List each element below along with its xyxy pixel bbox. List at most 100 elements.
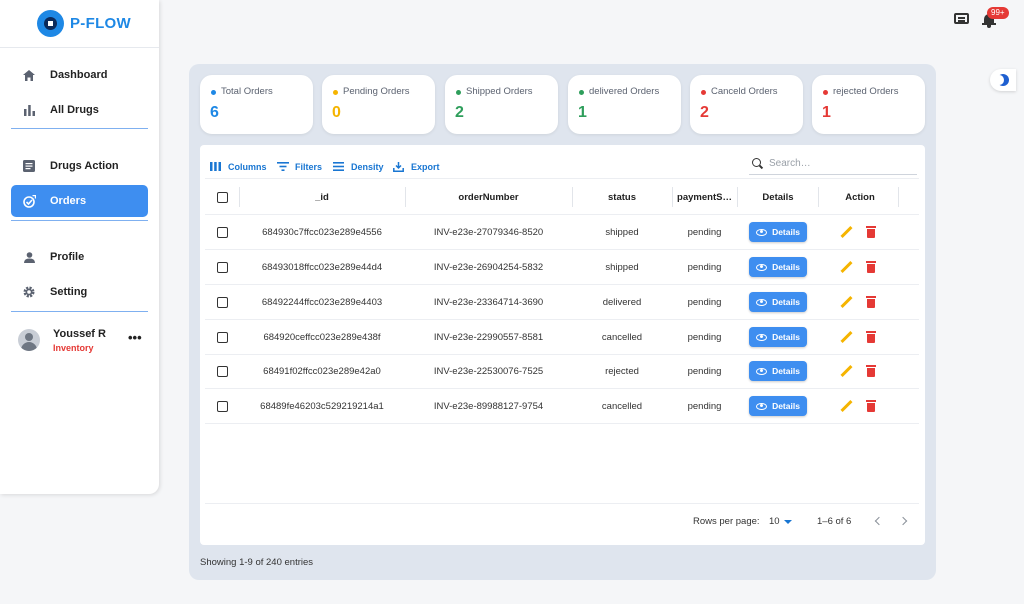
sidebar-divider <box>11 311 148 312</box>
entries-summary: Showing 1-9 of 240 entries <box>200 557 314 568</box>
row-checkbox[interactable] <box>216 365 228 377</box>
status-dot <box>333 90 338 95</box>
delete-icon[interactable] <box>866 226 876 238</box>
rows-per-page-select[interactable]: 10 <box>769 516 780 527</box>
brand-name: P-FLOW <box>70 15 131 32</box>
sidebar-item-setting[interactable]: Setting <box>11 276 148 308</box>
status-dot <box>211 90 216 95</box>
columns-button[interactable]: Columns <box>210 160 267 174</box>
column-separator[interactable] <box>898 187 899 207</box>
edit-icon[interactable] <box>840 365 852 377</box>
sidebar-item-label: Orders <box>50 195 87 207</box>
payment-status: pending <box>687 331 722 343</box>
details-button[interactable]: Details <box>749 361 807 381</box>
order-status: cancelled <box>601 331 643 343</box>
order-id: 684920ceffcc023e289e438f <box>263 331 381 343</box>
delete-icon[interactable] <box>866 296 876 308</box>
avatar[interactable] <box>18 329 40 351</box>
sidebar-item-label: All Drugs <box>50 104 99 116</box>
table-row[interactable]: 684920ceffcc023e289e438f INV-e23e-229905… <box>205 320 919 355</box>
sidebar-item-label: Profile <box>50 251 85 263</box>
edit-icon[interactable] <box>840 226 852 238</box>
sidebar-item-dashboard[interactable]: Dashboard <box>11 59 148 91</box>
row-checkbox[interactable] <box>216 331 228 343</box>
search-input[interactable] <box>769 158 909 169</box>
orders-icon <box>22 194 36 208</box>
details-button[interactable]: Details <box>749 327 807 347</box>
stat-value: 1 <box>578 104 587 121</box>
sidebar-item-profile[interactable]: Profile <box>11 241 148 273</box>
chevron-down-icon[interactable] <box>784 520 792 524</box>
delete-icon[interactable] <box>866 261 876 273</box>
brand[interactable]: P-FLOW <box>0 0 159 48</box>
row-checkbox[interactable] <box>216 226 228 238</box>
eye-icon <box>756 298 768 306</box>
table-row[interactable]: 68489fe46203c529219214a1 INV-e23e-899881… <box>205 389 919 424</box>
order-id: 68489fe46203c529219214a1 <box>260 400 384 412</box>
table-row[interactable]: 68492244ffcc023e289e4403 INV-e23e-233647… <box>205 285 919 320</box>
column-header-order-number[interactable]: orderNumber <box>405 179 572 216</box>
pagination-range: 1–6 of 6 <box>817 516 852 527</box>
order-number: INV-e23e-22990557-8581 <box>433 331 544 343</box>
stat-title: rejected Orders <box>833 86 899 97</box>
delete-icon[interactable] <box>866 400 876 412</box>
sidebar-item-all-drugs[interactable]: All Drugs <box>11 94 148 126</box>
column-header-id[interactable]: _id <box>239 179 405 216</box>
export-button[interactable]: Export <box>393 160 440 174</box>
order-id: 684930c7ffcc023e289e4556 <box>262 226 382 238</box>
sidebar-item-drugs-action[interactable]: Drugs Action <box>11 150 148 182</box>
density-label: Density <box>351 162 384 172</box>
column-header-status[interactable]: status <box>572 179 672 216</box>
sidebar-item-label: Setting <box>50 286 88 298</box>
payment-status: pending <box>687 365 722 377</box>
table-row[interactable]: 684930c7ffcc023e289e4556 INV-e23e-270793… <box>205 215 919 250</box>
select-all-checkbox[interactable] <box>216 192 228 203</box>
filters-label: Filters <box>295 162 323 172</box>
delete-icon[interactable] <box>866 365 876 377</box>
column-header-details[interactable]: Details <box>737 179 819 216</box>
eye-icon <box>756 333 768 341</box>
edit-icon[interactable] <box>840 261 852 273</box>
column-header-payment-status[interactable]: paymentS… <box>672 179 737 216</box>
edit-icon[interactable] <box>840 331 852 343</box>
eye-icon <box>756 367 768 375</box>
density-button[interactable]: Density <box>333 160 384 174</box>
status-dot <box>701 90 706 95</box>
row-checkbox[interactable] <box>216 296 228 308</box>
table-row[interactable]: 68491f02ffcc023e289e42a0 INV-e23e-225300… <box>205 354 919 389</box>
details-button[interactable]: Details <box>749 222 807 242</box>
previous-page-icon[interactable] <box>871 515 883 527</box>
edit-icon[interactable] <box>840 296 852 308</box>
table-row[interactable]: 68493018ffcc023e289e44d4 INV-e23e-269042… <box>205 250 919 285</box>
order-number: INV-e23e-23364714-3690 <box>433 296 544 308</box>
stat-title: Canceld Orders <box>711 86 778 97</box>
details-button[interactable]: Details <box>749 257 807 277</box>
delete-icon[interactable] <box>866 331 876 343</box>
details-button[interactable]: Details <box>749 396 807 416</box>
details-label: Details <box>772 332 800 342</box>
column-header-action[interactable]: Action <box>818 179 902 216</box>
bar-chart-icon <box>22 103 36 117</box>
row-checkbox[interactable] <box>216 261 228 273</box>
more-options-icon[interactable]: ••• <box>128 330 142 345</box>
order-number: INV-e23e-22530076-7525 <box>433 365 544 377</box>
payment-status: pending <box>687 261 722 273</box>
sidebar-item-orders[interactable]: Orders <box>11 185 148 217</box>
chat-icon[interactable] <box>954 13 970 27</box>
edit-icon[interactable] <box>840 400 852 412</box>
next-page-icon[interactable] <box>898 515 910 527</box>
payment-status: pending <box>687 400 722 412</box>
user-name: Youssef R <box>53 328 106 340</box>
search-icon <box>752 158 763 169</box>
filters-button[interactable]: Filters <box>277 160 322 174</box>
details-button[interactable]: Details <box>749 292 807 312</box>
eye-icon <box>756 263 768 271</box>
sidebar-divider <box>11 128 148 129</box>
stat-card-shipped: Shipped Orders 2 <box>445 75 558 134</box>
row-checkbox[interactable] <box>216 400 228 412</box>
columns-label: Columns <box>228 162 267 172</box>
theme-toggle[interactable] <box>990 69 1016 91</box>
order-id: 68492244ffcc023e289e4403 <box>261 296 383 308</box>
export-label: Export <box>411 162 440 172</box>
payment-status: pending <box>687 226 722 238</box>
